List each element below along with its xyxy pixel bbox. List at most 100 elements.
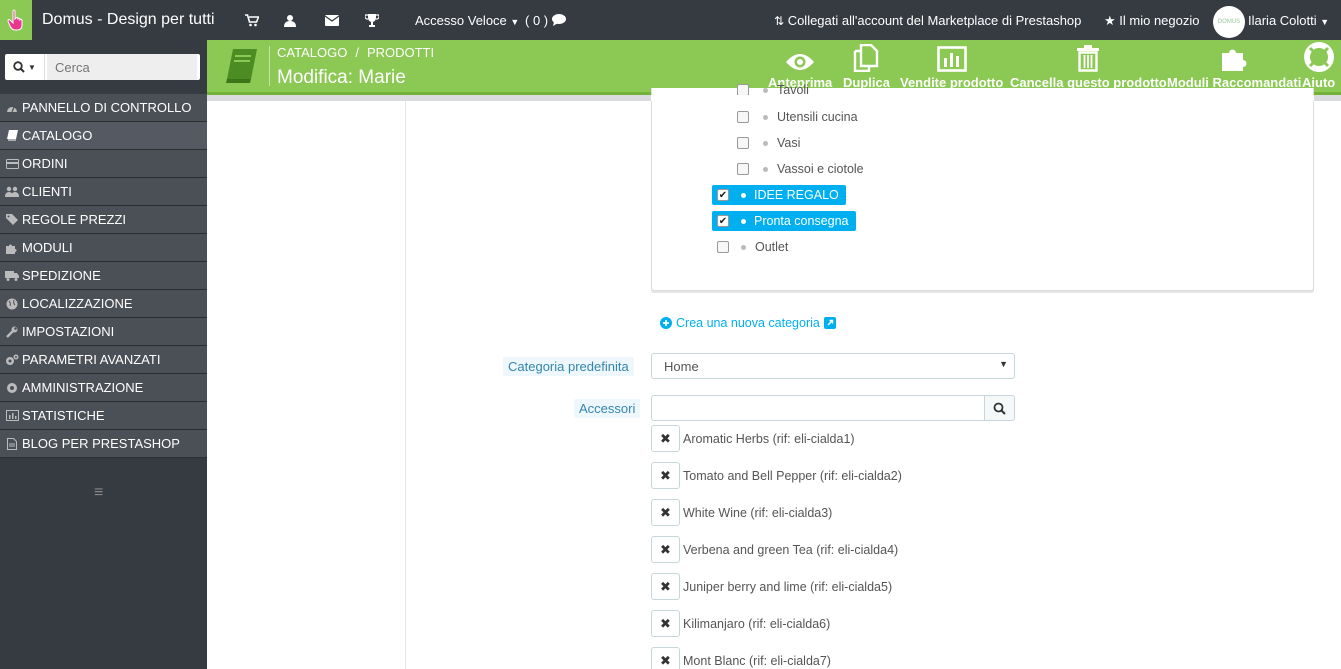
sidebar-item-preferences[interactable]: IMPOSTAZIONI bbox=[0, 318, 207, 346]
sidebar-item-stats[interactable]: STATISTICHE bbox=[0, 402, 207, 430]
category-checkbox-checked[interactable]: ✔ bbox=[717, 215, 729, 227]
accessory-label: Tomato and Bell Pepper (rif: eli-cialda2… bbox=[683, 468, 902, 483]
sidebar-item-label: REGOLE PREZZI bbox=[22, 212, 127, 227]
lifebuoy-icon bbox=[1303, 42, 1334, 72]
recommended-modules-button[interactable]: Moduli Raccomandati bbox=[1167, 44, 1301, 90]
sidebar-item-dashboard[interactable]: PANNELLO DI CONTROLLO bbox=[0, 94, 207, 122]
cart-icon[interactable] bbox=[244, 12, 260, 28]
sidebar-item-orders[interactable]: ORDINI bbox=[0, 150, 207, 178]
sidebar-item-label: SPEDIZIONE bbox=[22, 268, 101, 283]
category-tree-item[interactable]: Outlet bbox=[717, 237, 788, 257]
trophy-icon[interactable] bbox=[364, 12, 380, 28]
category-checkbox[interactable] bbox=[717, 241, 729, 253]
bullet-icon bbox=[741, 218, 746, 224]
handshake-icon: ⇅ bbox=[774, 14, 785, 28]
tree-top-mask bbox=[651, 95, 1314, 101]
bullet-icon bbox=[763, 114, 768, 120]
sidebar-item-advanced-parameters[interactable]: PARAMETRI AVANZATI bbox=[0, 346, 207, 374]
create-category-link[interactable]: Crea una nuova categoria bbox=[660, 316, 836, 330]
duplicate-button[interactable]: Duplica bbox=[843, 44, 890, 90]
accessory-item: ✖ Tomato and Bell Pepper (rif: eli-ciald… bbox=[651, 462, 902, 489]
sidebar-item-price-rules[interactable]: REGOLE PREZZI bbox=[0, 206, 207, 234]
menu-collapse-icon[interactable]: ≡ bbox=[94, 484, 103, 502]
category-tree-item[interactable]: Vassoi e ciotole bbox=[737, 159, 864, 179]
category-label: Vasi bbox=[777, 136, 801, 150]
envelope-icon[interactable] bbox=[324, 12, 340, 28]
remove-accessory-button[interactable]: ✖ bbox=[651, 573, 680, 600]
credit-card-icon bbox=[5, 158, 19, 169]
category-checkbox-checked[interactable]: ✔ bbox=[717, 189, 729, 201]
product-sales-button[interactable]: Vendite prodotto bbox=[900, 44, 1003, 90]
cogs-icon bbox=[5, 354, 19, 366]
sidebar-item-administration[interactable]: AMMINISTRAZIONE bbox=[0, 374, 207, 402]
sidebar-item-customers[interactable]: CLIENTI bbox=[0, 178, 207, 206]
notifications[interactable]: ( 0 ) bbox=[525, 13, 566, 28]
search-input[interactable] bbox=[47, 54, 197, 80]
page-title: Modifica: Marie bbox=[277, 67, 406, 88]
category-label: Outlet bbox=[755, 240, 789, 254]
bullet-icon bbox=[741, 244, 746, 250]
accessories-search-input[interactable] bbox=[651, 395, 985, 421]
my-shop-link[interactable]: ★ Il mio negozio bbox=[1104, 13, 1200, 29]
remove-accessory-button[interactable]: ✖ bbox=[651, 610, 680, 637]
search-type-button[interactable]: ▼ bbox=[5, 54, 45, 80]
bullet-icon bbox=[763, 140, 768, 146]
bar-chart-icon bbox=[936, 44, 967, 72]
breadcrumb-item-products[interactable]: PRODOTTI bbox=[367, 45, 434, 60]
user-name: Ilaria Colotti bbox=[1248, 13, 1317, 28]
wrench-icon bbox=[5, 326, 19, 338]
category-checkbox[interactable] bbox=[737, 163, 749, 175]
dashboard-icon bbox=[5, 103, 19, 113]
prestashop-logo[interactable] bbox=[0, 0, 32, 40]
delete-product-button[interactable]: Cancella questo prodotto bbox=[1010, 44, 1167, 90]
category-tree-item[interactable]: Vasi bbox=[737, 133, 800, 153]
category-tree-item[interactable]: Utensili cucina bbox=[737, 107, 858, 127]
shop-title[interactable]: Domus - Design per tutti bbox=[42, 11, 215, 29]
user-menu[interactable]: Ilaria Colotti ▼ bbox=[1248, 13, 1329, 28]
avatar[interactable]: DOMUS bbox=[1213, 6, 1245, 38]
catalog-book-icon bbox=[221, 46, 261, 86]
category-tree-item-selected[interactable]: ✔ Pronta consegna bbox=[712, 211, 856, 231]
remove-accessory-button[interactable]: ✖ bbox=[651, 462, 680, 489]
sidebar-search: ▼ bbox=[5, 54, 200, 80]
sidebar-item-label: BLOG PER PRESTASHOP bbox=[22, 436, 180, 451]
sidebar-item-label: AMMINISTRAZIONE bbox=[22, 380, 144, 395]
header-divider bbox=[269, 46, 270, 86]
remove-accessory-button[interactable]: ✖ bbox=[651, 425, 680, 452]
category-checkbox[interactable] bbox=[737, 111, 749, 123]
truck-icon bbox=[5, 270, 19, 281]
sidebar-item-blog[interactable]: BLOG PER PRESTASHOP bbox=[0, 430, 207, 458]
caret-down-icon: ▼ bbox=[28, 62, 36, 72]
users-icon bbox=[5, 186, 19, 197]
accessory-item: ✖ Verbena and green Tea (rif: eli-cialda… bbox=[651, 536, 898, 563]
sidebar-item-localization[interactable]: LOCALIZZAZIONE bbox=[0, 290, 207, 318]
accessory-label: Mont Blanc (rif: eli-cialda7) bbox=[683, 653, 831, 668]
sidebar-item-modules[interactable]: MODULI bbox=[0, 234, 207, 262]
category-tree-item-selected[interactable]: ✔ IDEE REGALO bbox=[712, 185, 846, 205]
category-label: Pronta consegna bbox=[754, 214, 849, 228]
user-icon[interactable] bbox=[282, 12, 298, 28]
accessories-search-button[interactable] bbox=[984, 395, 1015, 421]
comment-icon bbox=[551, 14, 566, 26]
sidebar-item-label: PANNELLO DI CONTROLLO bbox=[22, 100, 192, 115]
remove-accessory-button[interactable]: ✖ bbox=[651, 536, 680, 563]
category-label: IDEE REGALO bbox=[754, 188, 839, 202]
quick-access-dropdown[interactable]: Accesso Veloce ▼ bbox=[415, 13, 519, 28]
remove-accessory-button[interactable]: ✖ bbox=[651, 647, 680, 669]
notifications-count: ( 0 ) bbox=[525, 13, 549, 28]
sidebar-item-catalog[interactable]: CATALOGO bbox=[0, 122, 207, 150]
bar-chart-icon bbox=[5, 410, 19, 421]
category-checkbox[interactable] bbox=[737, 137, 749, 149]
default-category-select[interactable]: Home ▼ bbox=[651, 353, 1015, 379]
search-icon bbox=[13, 61, 25, 73]
globe-icon bbox=[5, 298, 19, 310]
breadcrumb-item-catalog[interactable]: CATALOGO bbox=[277, 45, 347, 60]
sidebar-item-shipping[interactable]: SPEDIZIONE bbox=[0, 262, 207, 290]
my-shop-label: Il mio negozio bbox=[1119, 13, 1200, 28]
remove-accessory-button[interactable]: ✖ bbox=[651, 499, 680, 526]
marketplace-link[interactable]: ⇅ Collegati all'account del Marketplace … bbox=[774, 13, 1081, 28]
caret-down-icon: ▼ bbox=[510, 17, 520, 27]
help-button[interactable]: Aiuto bbox=[1302, 42, 1335, 90]
hand-pointer-icon bbox=[7, 9, 23, 31]
sidebar-item-label: CATALOGO bbox=[22, 128, 93, 143]
